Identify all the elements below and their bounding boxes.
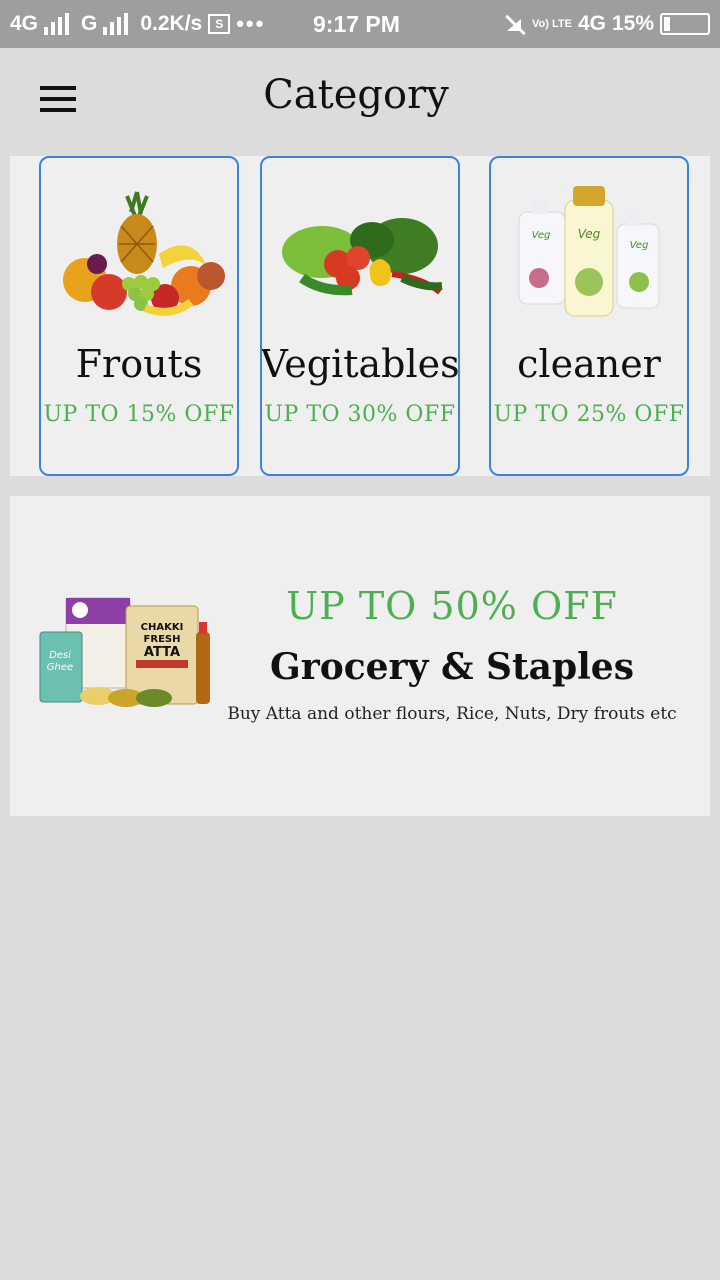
- volte-indicator: Vo) LTE: [532, 17, 572, 30]
- category-card-fruits[interactable]: Frouts UP TO 15% OFF: [39, 156, 239, 476]
- status-left: 4G G 0.2K/s S •••: [10, 0, 265, 48]
- category-offer: UP TO 15% OFF: [43, 402, 235, 427]
- svg-text:Ghee: Ghee: [47, 662, 73, 673]
- svg-text:FRESH: FRESH: [144, 634, 181, 645]
- battery-icon: [660, 13, 710, 35]
- battery-percent: 15%: [611, 12, 654, 35]
- svg-text:Desi: Desi: [49, 650, 71, 661]
- category-card-vegetables[interactable]: Vegitables UP TO 30% OFF: [260, 156, 460, 476]
- signal-icon: [103, 13, 129, 35]
- atta-label: CHAKKI: [141, 622, 184, 633]
- status-right: Vo) LTE 4G 15%: [504, 0, 710, 48]
- vegetables-image: [282, 218, 443, 296]
- banner-title: Grocery & Staples: [270, 646, 634, 688]
- network-type-2: G: [81, 12, 98, 35]
- screenshot-icon: S: [208, 14, 231, 34]
- signal-icon: [44, 13, 70, 35]
- status-bar: 4G G 0.2K/s S ••• 9:17 PM Vo) LTE 4G 15%: [0, 0, 720, 48]
- category-offer: UP TO 25% OFF: [493, 402, 685, 427]
- page-title: Category: [263, 72, 449, 118]
- grocery-staples-banner[interactable]: CHAKKI FRESH ATTA Desi Ghee UP TO 50% OF…: [10, 496, 710, 816]
- banner-offer: UP TO 50% OFF: [286, 584, 618, 628]
- more-notifications-icon: •••: [236, 11, 266, 36]
- network-type-1: 4G: [10, 12, 39, 35]
- category-name: cleaner: [517, 342, 661, 386]
- svg-text:Veg: Veg: [578, 227, 601, 241]
- clock: 9:17 PM: [313, 10, 400, 37]
- mute-icon: [504, 13, 526, 35]
- network-speed: 0.2K/s: [140, 12, 203, 35]
- category-name: Vegitables: [260, 342, 460, 386]
- fruits-image: [63, 191, 225, 316]
- banner-description: Buy Atta and other flours, Rice, Nuts, D…: [227, 704, 677, 724]
- category-list: Frouts UP TO 15% OFF Vegitables UP TO 30…: [10, 156, 710, 476]
- network-type-3: 4G: [577, 12, 606, 35]
- category-name: Frouts: [75, 342, 203, 386]
- category-offer: UP TO 30% OFF: [264, 402, 456, 427]
- svg-text:Veg: Veg: [630, 240, 649, 251]
- svg-text:ATTA: ATTA: [144, 645, 180, 660]
- svg-text:Veg: Veg: [532, 230, 551, 241]
- category-card-cleaner[interactable]: Veg Veg Veg cleaner UP TO 25% OFF: [489, 156, 689, 476]
- app-header: Category: [0, 48, 720, 148]
- grocery-staples-image: CHAKKI FRESH ATTA Desi Ghee: [39, 597, 210, 707]
- cleaner-bottles-image: Veg Veg Veg: [518, 186, 660, 317]
